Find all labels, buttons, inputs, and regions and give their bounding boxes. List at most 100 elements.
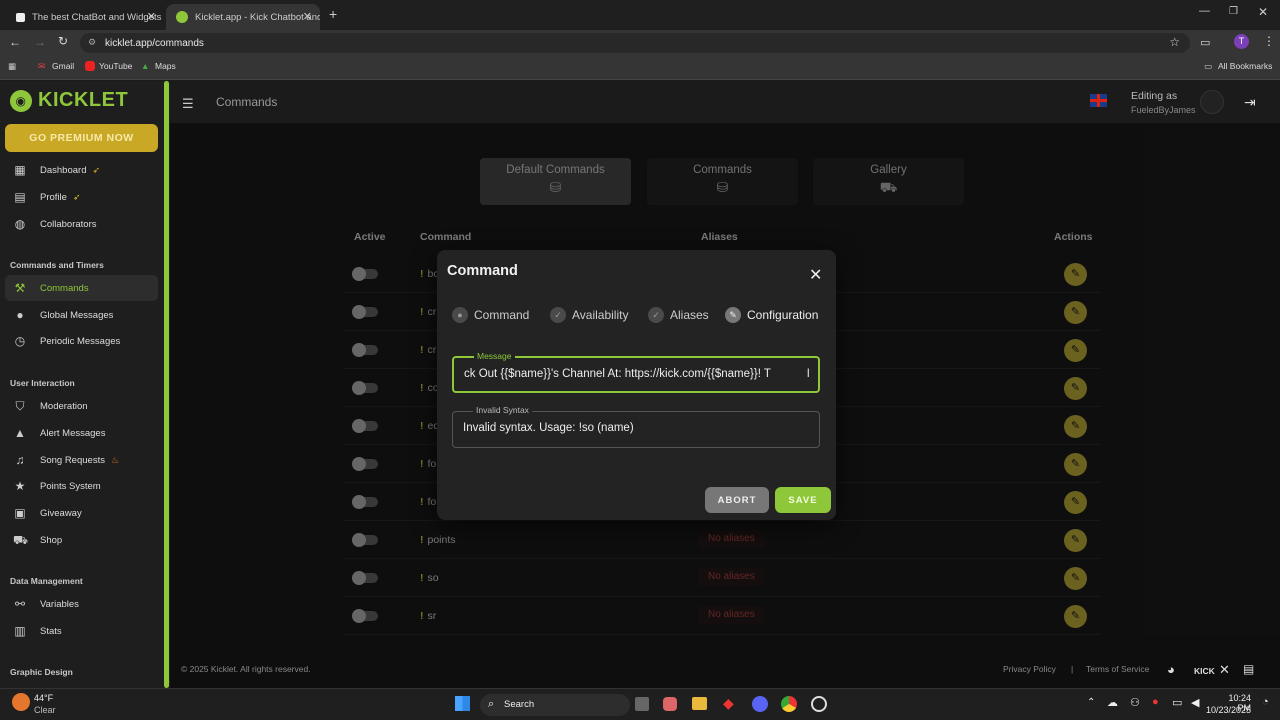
document-icon[interactable]: ▤: [1243, 662, 1254, 676]
kicklet-logo[interactable]: ◉ KICKLET: [10, 89, 128, 112]
close-tab-icon[interactable]: ✕: [147, 10, 156, 23]
sidebar-item-moderation[interactable]: ⛉ Moderation: [5, 393, 158, 419]
close-icon[interactable]: ✕: [809, 265, 822, 285]
sidebar-item-periodic-messages[interactable]: ◷ Periodic Messages: [5, 328, 158, 354]
tray-chevron-icon[interactable]: ⌃: [1087, 697, 1095, 708]
task-view-icon[interactable]: [635, 697, 649, 711]
sidebar-item-label: Global Messages: [40, 309, 114, 321]
check-icon: ✓: [648, 307, 664, 323]
all-bookmarks[interactable]: ▭ All Bookmarks: [1204, 61, 1272, 71]
sidebar-scrollbar[interactable]: [164, 81, 169, 688]
check-icon: ✓: [550, 307, 566, 323]
editing-as-label: Editing as: [1131, 90, 1178, 102]
invalid-syntax-field[interactable]: Invalid Syntax Invalid syntax. Usage: !s…: [452, 405, 820, 448]
sidebar: ◉ KICKLET GO PREMIUM NOW ▦ Dashboard ➶ ▤ Pro…: [0, 81, 170, 688]
reload-icon[interactable]: ↻: [58, 34, 68, 48]
message-field[interactable]: Message ck Out {{$name}}'s Channel At: h…: [452, 351, 820, 393]
profile-icon: ▤: [14, 190, 26, 204]
step-aliases[interactable]: ✓ Aliases: [648, 307, 709, 323]
message-input[interactable]: ck Out {{$name}}'s Channel At: https://k…: [464, 368, 809, 380]
new-tab-icon[interactable]: +: [329, 6, 337, 22]
step-label: Availability: [572, 308, 629, 322]
minimize-icon[interactable]: —: [1199, 5, 1210, 17]
invalid-syntax-input[interactable]: Invalid syntax. Usage: !so (name): [463, 422, 808, 434]
sidebar-item-label: Shop: [40, 534, 63, 546]
obs-app-icon[interactable]: [811, 696, 827, 712]
discord-app-icon[interactable]: [752, 696, 768, 712]
forward-icon[interactable]: →: [34, 35, 46, 49]
x-icon[interactable]: ✕: [1219, 662, 1230, 678]
logout-icon[interactable]: ⇥: [1244, 94, 1256, 111]
sidebar-item-stats[interactable]: ▥ Stats: [5, 618, 158, 644]
site-info-icon[interactable]: ⚙: [88, 37, 96, 48]
sidebar-item-variables[interactable]: ⚯ Variables: [5, 591, 158, 617]
browser-tab-active[interactable]: Kicklet.app - Kick Chatbot and ✕: [166, 4, 320, 30]
windows-start-icon[interactable]: [455, 696, 470, 711]
sidebar-item-points-system[interactable]: ★ Points System: [5, 473, 158, 499]
notification-bell-icon[interactable]: ◔: [1262, 696, 1269, 708]
sidebar-item-label: Song Requests: [40, 454, 105, 466]
close-tab-icon[interactable]: ✕: [303, 10, 312, 23]
back-icon[interactable]: ←: [9, 35, 21, 49]
cloud-icon[interactable]: ☁: [1107, 696, 1118, 709]
step-availability[interactable]: ✓ Availability: [550, 307, 628, 323]
copilot-icon[interactable]: [663, 697, 677, 711]
sidebar-item-profile[interactable]: ▤ Profile ➶: [5, 184, 158, 210]
profile-avatar[interactable]: T: [1234, 34, 1249, 49]
url-text: kicklet.app/commands: [105, 37, 204, 49]
section-heading: Data Management: [10, 576, 83, 586]
menu-kebab-icon[interactable]: ⋮: [1263, 34, 1275, 48]
sidebar-item-dashboard[interactable]: ▦ Dashboard ➶: [5, 157, 158, 183]
sidebar-item-collaborators[interactable]: ◍ Collaborators: [5, 211, 158, 237]
sidebar-item-label: Points System: [40, 480, 101, 492]
avatar[interactable]: [1200, 90, 1224, 114]
weather-temp: 44°F: [34, 693, 54, 703]
uk-flag-icon[interactable]: [1090, 94, 1107, 107]
maps-pin-icon[interactable]: ◆: [723, 695, 734, 712]
sidebar-item-label: Periodic Messages: [40, 335, 121, 347]
close-window-icon[interactable]: ✕: [1258, 5, 1268, 19]
text-cursor-icon: I: [806, 366, 810, 380]
sidebar-item-song-requests[interactable]: ♫ Song Requests ♨: [5, 447, 158, 473]
scroll-down-icon[interactable]: ▼: [164, 680, 171, 687]
clock-date[interactable]: 10/23/2025: [1205, 705, 1251, 715]
speaker-icon[interactable]: ◀: [1191, 696, 1199, 709]
taskbar-search[interactable]: ⌕ Search: [480, 694, 630, 716]
sidebar-item-global-messages[interactable]: ● Global Messages: [5, 302, 158, 328]
stats-icon: ▥: [14, 624, 26, 638]
terms-of-service-link[interactable]: Terms of Service: [1086, 664, 1149, 674]
file-explorer-icon[interactable]: [692, 697, 707, 710]
bookmark-youtube[interactable]: YouTube: [85, 61, 132, 71]
hamburger-menu-icon[interactable]: ☰: [182, 96, 194, 112]
sidebar-item-alert-messages[interactable]: ▲ Alert Messages: [5, 420, 158, 446]
bookmark-maps[interactable]: ▲ Maps: [141, 61, 176, 71]
browser-tab[interactable]: The best ChatBot and Widgets ✕: [6, 4, 164, 30]
step-configuration[interactable]: ✎ Configuration: [725, 307, 818, 323]
apps-grid-icon[interactable]: ▦: [8, 61, 16, 72]
cast-icon[interactable]: ▭: [1200, 36, 1210, 49]
bookmark-gmail[interactable]: ✉ Gmail: [38, 61, 74, 71]
step-command[interactable]: ● Command: [452, 307, 529, 323]
display-icon[interactable]: ▭: [1172, 696, 1182, 709]
save-button[interactable]: SAVE: [775, 487, 831, 513]
chrome-app-icon[interactable]: [781, 696, 797, 712]
page-title: Commands: [216, 95, 278, 109]
alert-icon: ▲: [14, 426, 26, 440]
address-bar[interactable]: ⚙ kicklet.app/commands ☆: [80, 33, 1190, 53]
restore-icon[interactable]: ❐: [1229, 6, 1238, 17]
rocket-icon: ➶: [92, 164, 101, 175]
privacy-policy-link[interactable]: Privacy Policy: [1003, 664, 1056, 674]
chat-icon: ●: [16, 308, 24, 322]
bookmark-star-icon[interactable]: ☆: [1169, 35, 1180, 49]
bookmark-label: All Bookmarks: [1218, 61, 1273, 71]
go-premium-button[interactable]: GO PREMIUM NOW: [5, 124, 158, 152]
sidebar-item-shop[interactable]: ⛟ Shop: [5, 527, 158, 553]
sidebar-item-commands[interactable]: ⚒ Commands: [5, 275, 158, 301]
logo-text: KICKLET: [38, 89, 129, 111]
sidebar-item-giveaway[interactable]: ▣ Giveaway: [5, 500, 158, 526]
discord-icon[interactable]: ◕: [1167, 662, 1175, 677]
microphone-icon[interactable]: ●: [1152, 696, 1159, 708]
kick-link[interactable]: KICK: [1194, 666, 1215, 676]
abort-button[interactable]: ABORT: [705, 487, 769, 513]
network-icon[interactable]: ⚇: [1130, 696, 1140, 709]
